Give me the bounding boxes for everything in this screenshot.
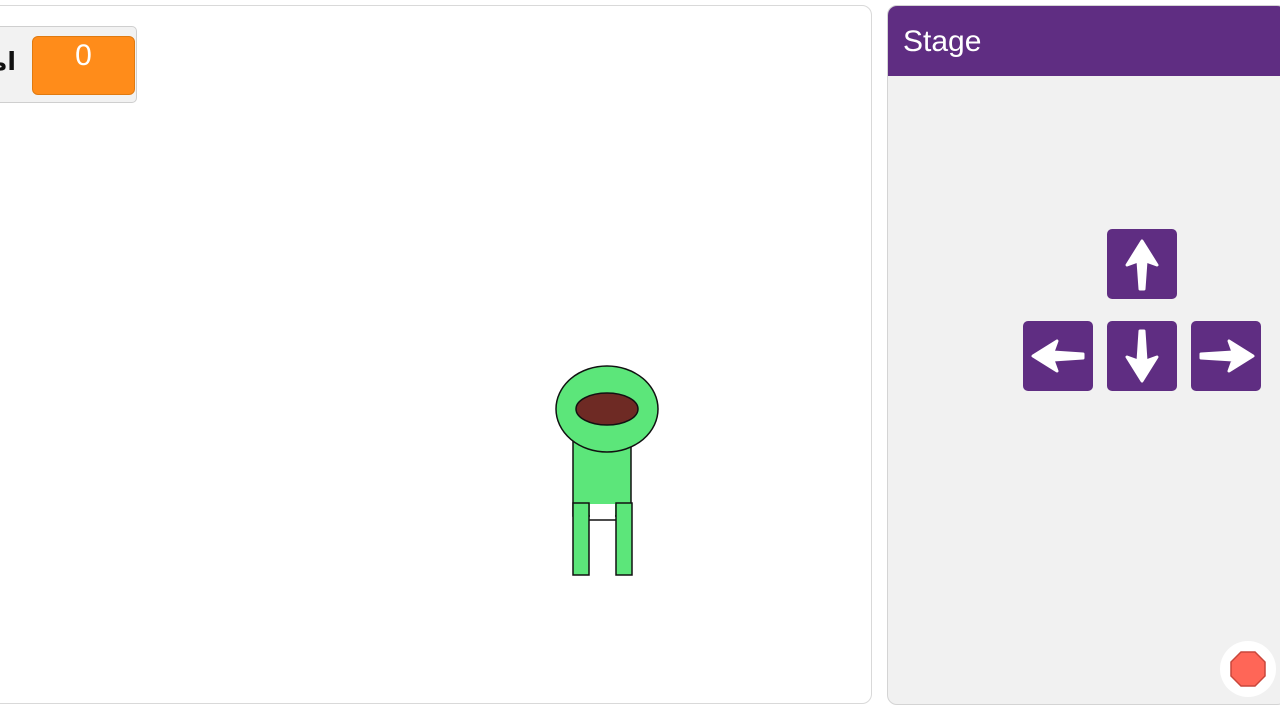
score-monitor: امتياز 0 — [0, 26, 137, 103]
stop-sign-icon — [1230, 651, 1266, 687]
panel-title: Stage — [903, 25, 982, 58]
panel-header: Stage — [888, 6, 1280, 76]
arrow-down-icon — [1125, 329, 1159, 383]
green-character-sprite[interactable] — [555, 361, 665, 581]
arrow-right-icon — [1199, 339, 1255, 373]
arrow-down-button[interactable] — [1107, 321, 1177, 391]
arrow-right-button[interactable] — [1191, 321, 1261, 391]
stage-panel: Stage — [887, 5, 1280, 705]
score-label: امتياز — [0, 47, 16, 76]
arrow-left-button[interactable] — [1023, 321, 1093, 391]
arrow-up-button[interactable] — [1107, 229, 1177, 299]
arrow-up-icon — [1125, 239, 1159, 291]
game-stage[interactable]: امتياز 0 — [0, 5, 872, 704]
stop-button[interactable] — [1220, 641, 1276, 697]
arrow-left-icon — [1031, 339, 1085, 373]
score-value: 0 — [32, 36, 135, 95]
